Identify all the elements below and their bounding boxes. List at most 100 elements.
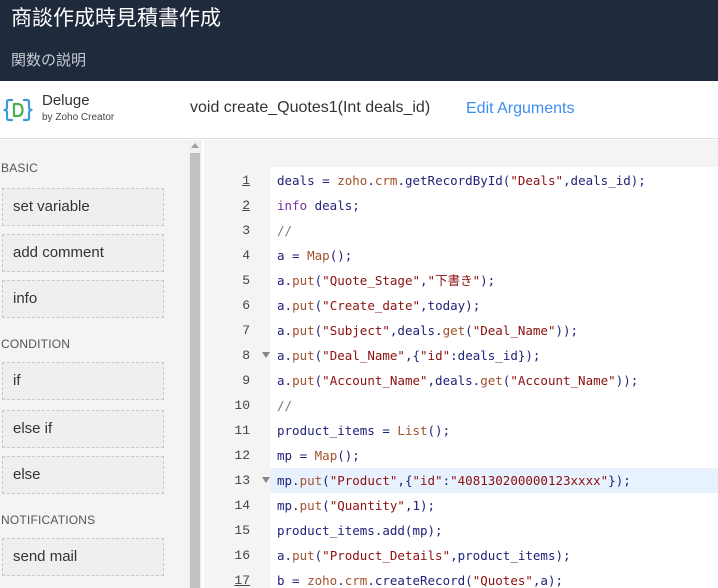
code-text[interactable]: mp = Map(); xyxy=(270,443,718,468)
code-token: a. xyxy=(277,273,293,288)
code-token: "Product" xyxy=(329,473,398,488)
code-line[interactable]: 15 product_items.add(mp); xyxy=(204,518,718,543)
code-line[interactable]: 14 mp.put("Quantity",1); xyxy=(204,493,718,518)
code-line[interactable]: 11 product_items = List(); xyxy=(204,418,718,443)
code-token: ,deals. xyxy=(389,323,443,338)
code-token: a. xyxy=(277,298,293,313)
code-token: crm xyxy=(374,173,398,188)
code-text[interactable]: product_items = List(); xyxy=(270,418,718,443)
code-token: Map xyxy=(307,248,330,263)
send-mail-button[interactable]: send mail xyxy=(2,538,164,576)
code-token: .createRecord( xyxy=(367,573,473,588)
else-button[interactable]: else xyxy=(2,456,164,494)
code-line[interactable]: 6 a.put("Create_date",today); xyxy=(204,293,718,318)
code-editor[interactable]: 1 deals = zoho.crm.getRecordById("Deals",… xyxy=(204,140,718,588)
code-token: a. xyxy=(277,323,293,338)
code-line[interactable]: 1 deals = zoho.crm.getRecordById("Deals",… xyxy=(204,168,718,193)
code-token: )); xyxy=(555,323,579,338)
code-token: product_items.add(mp); xyxy=(277,523,443,538)
code-token: . xyxy=(337,573,345,588)
code-token: .getRecordById( xyxy=(397,173,511,188)
code-token: "Deal_Name" xyxy=(472,323,556,338)
code-text[interactable]: info deals; xyxy=(270,193,718,218)
line-number: 2 xyxy=(242,198,250,213)
code-line[interactable]: 4 a = Map(); xyxy=(204,243,718,268)
code-text[interactable]: // xyxy=(270,218,718,243)
function-description-link[interactable]: 関数の説明 xyxy=(11,50,86,70)
code-token: "下書き" xyxy=(427,273,481,288)
code-text[interactable]: a.put("Subject",deals.get("Deal_Name")); xyxy=(270,318,718,343)
scrollbar-thumb[interactable] xyxy=(190,153,200,588)
else-if-button[interactable]: else if xyxy=(2,410,164,448)
code-token: put xyxy=(292,548,315,563)
code-line[interactable]: 16 a.put("Product_Details",product_items)… xyxy=(204,543,718,568)
code-line[interactable]: 9 a.put("Account_Name",deals.get("Account… xyxy=(204,368,718,393)
code-token: ,deals. xyxy=(427,373,481,388)
code-token: "Create_date" xyxy=(322,298,421,313)
code-token: List xyxy=(397,423,428,438)
page-title: 商談作成時見積書作成 xyxy=(11,6,221,30)
code-token: a. xyxy=(277,348,293,363)
code-line[interactable]: 13 mp.put("Product",{"id":"40813020000012… xyxy=(204,468,718,493)
scroll-up-arrow-icon[interactable] xyxy=(191,143,199,148)
code-token: zoho xyxy=(307,573,338,588)
page-header: 商談作成時見積書作成 関数の説明 xyxy=(0,0,718,81)
code-token: . xyxy=(367,173,375,188)
code-text[interactable]: b = zoho.crm.createRecord("Quotes",a); xyxy=(270,568,718,588)
code-token: put xyxy=(292,298,315,313)
code-line[interactable]: 12 mp = Map(); xyxy=(204,443,718,468)
editor-toolbar: Deluge by Zoho Creator void create_Quote… xyxy=(0,81,718,139)
code-token: "Account_Name" xyxy=(510,373,616,388)
code-text[interactable]: deals = zoho.crm.getRecordById("Deals",d… xyxy=(270,168,718,193)
code-token: ( xyxy=(322,473,330,488)
function-signature: void create_Quotes1(Int deals_id) xyxy=(190,99,431,116)
line-number: 15 xyxy=(234,523,250,538)
code-text[interactable]: a = Map(); xyxy=(270,243,718,268)
code-line[interactable]: 3 // xyxy=(204,218,718,243)
code-token: "Product_Details" xyxy=(322,548,451,563)
edit-arguments-link[interactable]: Edit Arguments xyxy=(466,99,575,119)
code-text[interactable]: a.put("Create_date",today); xyxy=(270,293,718,318)
code-token: Map xyxy=(314,448,338,463)
line-number: 14 xyxy=(234,498,250,513)
code-line[interactable]: 8 a.put("Deal_Name",{"id":deals_id}); xyxy=(204,343,718,368)
code-token: deals = xyxy=(277,173,338,188)
code-text[interactable]: mp.put("Product",{"id":"408130200000123x… xyxy=(270,468,718,493)
code-token: ,1); xyxy=(404,498,436,513)
section-label-condition: CONDITION xyxy=(1,337,71,351)
code-token: zoho xyxy=(337,173,368,188)
fold-arrow-icon[interactable] xyxy=(262,352,270,358)
info-button[interactable]: info xyxy=(2,280,164,318)
code-token: "Account_Name" xyxy=(322,373,428,388)
line-number: 17 xyxy=(234,573,250,588)
code-text[interactable]: a.put("Account_Name",deals.get("Account_… xyxy=(270,368,718,393)
section-label-notifications: NOTIFICATIONS xyxy=(1,513,96,527)
brand-name: Deluge xyxy=(42,92,90,109)
code-token: "id" xyxy=(420,348,451,363)
code-text[interactable]: a.put("Product_Details",product_items); xyxy=(270,543,718,568)
sidebar-scrollbar[interactable] xyxy=(188,140,202,588)
fold-arrow-icon[interactable] xyxy=(262,477,270,483)
code-text[interactable]: a.put("Deal_Name",{"id":deals_id}); xyxy=(270,343,718,368)
code-token: mp. xyxy=(277,498,300,513)
code-text[interactable]: a.put("Quote_Stage","下書き"); xyxy=(270,268,718,293)
code-token: ( xyxy=(322,498,330,513)
code-token: put xyxy=(299,498,323,513)
code-text[interactable]: product_items.add(mp); xyxy=(270,518,718,543)
code-token: deals; xyxy=(307,198,360,213)
code-text[interactable]: mp.put("Quantity",1); xyxy=(270,493,718,518)
line-number: 3 xyxy=(242,223,250,238)
code-line[interactable]: 10 // xyxy=(204,393,718,418)
add-comment-button[interactable]: add comment xyxy=(2,234,164,272)
code-line[interactable]: 7 a.put("Subject",deals.get("Deal_Name"))… xyxy=(204,318,718,343)
if-button[interactable]: if xyxy=(2,362,164,400)
code-line[interactable]: 2 info deals; xyxy=(204,193,718,218)
code-token: "Deals" xyxy=(510,173,564,188)
code-token: product_items = xyxy=(277,423,398,438)
code-token: a. xyxy=(277,548,293,563)
code-line[interactable]: 17 b = zoho.crm.createRecord("Quotes",a); xyxy=(204,568,718,588)
set-variable-button[interactable]: set variable xyxy=(2,188,164,226)
code-line[interactable]: 5 a.put("Quote_Stage","下書き"); xyxy=(204,268,718,293)
code-token: ,{ xyxy=(397,473,413,488)
code-text[interactable]: // xyxy=(270,393,718,418)
